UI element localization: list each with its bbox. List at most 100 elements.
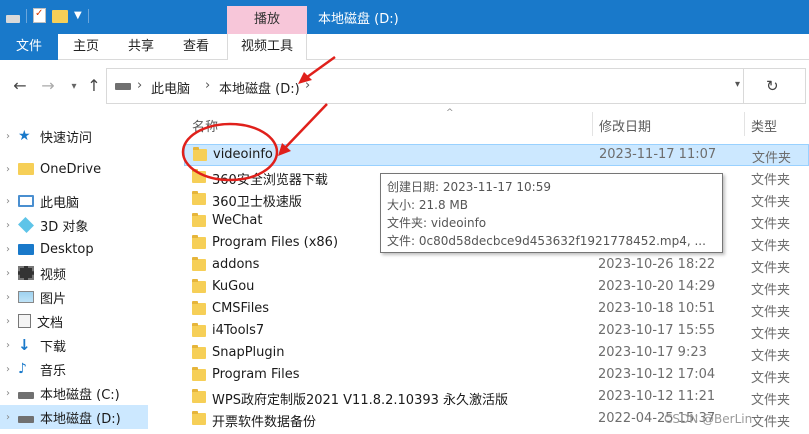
column-header-name[interactable]: 名称 [192,116,218,135]
sidebar-item-local-disk-c[interactable]: › 本地磁盘 (C:) [0,381,148,405]
file-name: videoinfo [213,147,273,162]
drive-icon [115,83,131,90]
folder-icon [192,235,206,249]
sidebar-item-downloads[interactable]: › ↓ 下载 [0,333,148,357]
column-divider[interactable] [744,112,745,136]
expand-chevron-icon[interactable]: › [6,316,18,327]
file-name: SnapPlugin [212,345,285,360]
file-type: 文件夹 [751,173,791,188]
sidebar-item-local-disk-d[interactable]: › 本地磁盘 (D:) [0,405,148,429]
file-date: 2023-10-12 17:04 [598,367,716,382]
sidebar-item-label: 视频 [40,267,67,283]
tab-home[interactable]: 主页 [58,34,114,60]
toolbar-divider [87,8,89,23]
context-tab-play[interactable]: 播放 [227,6,307,34]
forward-arrow-icon[interactable]: → [38,76,58,95]
tab-view[interactable]: 查看 [168,34,224,60]
file-row[interactable]: addons 2023-10-26 18:22 文件夹 [184,255,809,277]
expand-chevron-icon[interactable]: › [6,412,18,423]
tab-share[interactable]: 共享 [114,34,168,60]
column-header-type[interactable]: 类型 [751,116,777,135]
sidebar-item-label: 快速访问 [40,130,93,146]
file-row[interactable]: KuGou 2023-10-20 14:29 文件夹 [184,277,809,299]
refresh-button[interactable]: ↻ [744,68,806,104]
navigation-bar: ← → ▾ ↑ › 此电脑 › 本地磁盘 (D:) › ▾ ↻ [0,60,809,112]
file-type: 文件夹 [751,393,791,408]
tooltip-folders: 文件夹: videoinfo [387,216,487,230]
file-name: WeChat [212,213,263,228]
expand-chevron-icon[interactable]: › [6,364,18,375]
breadcrumb-local-disk-d[interactable]: 本地磁盘 (D:) [219,78,300,97]
title-bar: ▼ 播放 本地磁盘 (D:) [0,0,809,34]
file-date: 2023-10-12 11:21 [598,389,716,404]
file-name: Program Files (x86) [212,235,339,250]
breadcrumb-chevron-icon[interactable]: › [137,78,142,93]
expand-chevron-icon[interactable]: › [6,196,18,207]
sidebar-item-this-pc[interactable]: › 此电脑 [0,189,148,213]
tab-file[interactable]: 文件 [0,34,58,60]
file-type: 文件夹 [751,195,791,210]
expand-chevron-icon[interactable]: › [6,131,18,142]
properties-icon[interactable] [33,8,46,23]
music-icon: ♪ [18,361,27,377]
sidebar-item-label: 此电脑 [40,195,80,211]
file-row[interactable]: CMSFiles 2023-10-18 10:51 文件夹 [184,299,809,321]
file-name: KuGou [212,279,255,294]
cube-icon [18,217,34,233]
column-divider[interactable] [592,112,593,136]
sidebar-item-quick-access[interactable]: › ★ 快速访问 [0,124,148,148]
navigation-pane: › ★ 快速访问 › OneDrive › 此电脑 › 3D 对象 › Desk… [0,112,148,434]
desktop-icon [18,243,34,255]
file-row[interactable]: SnapPlugin 2023-10-17 9:23 文件夹 [184,343,809,365]
tab-video-tools[interactable]: 视频工具 [227,34,307,60]
file-row[interactable]: WPS政府定制版2021 V11.8.2.10393 永久激活版 2023-10… [184,387,809,409]
file-row[interactable]: i4Tools7 2023-10-17 15:55 文件夹 [184,321,809,343]
expand-chevron-icon[interactable]: › [6,244,18,255]
file-name: Program Files [212,367,300,382]
expand-chevron-icon[interactable]: › [6,268,18,279]
recent-locations-chevron-icon[interactable]: ▾ [64,81,84,92]
sidebar-item-label: 本地磁盘 (D:) [40,411,121,427]
breadcrumb-chevron-icon[interactable]: › [205,78,210,93]
sidebar-item-onedrive[interactable]: › OneDrive [0,157,148,181]
file-date: 2023-10-20 14:29 [598,279,716,294]
breadcrumb-this-pc[interactable]: 此电脑 [151,78,190,97]
file-date: 2023-10-17 15:55 [598,323,716,338]
file-row[interactable]: Program Files 2023-10-12 17:04 文件夹 [184,365,809,387]
expand-chevron-icon[interactable]: › [6,340,18,351]
column-header-modified[interactable]: 修改日期 [599,116,651,135]
folder-icon [192,191,206,205]
sidebar-item-pictures[interactable]: › 图片 [0,285,148,309]
file-list: ^ 名称 修改日期 类型 videoinfo 2023-11-17 11:07 … [156,108,809,434]
address-bar[interactable]: › 此电脑 › 本地磁盘 (D:) › ▾ [106,68,744,104]
address-dropdown-icon[interactable]: ▾ [735,79,740,90]
tooltip-size: 大小: 21.8 MB [387,198,468,212]
folder-icon [18,163,34,175]
quick-access-toolbar: ▼ [6,8,89,23]
breadcrumb-chevron-icon[interactable]: › [305,78,310,93]
file-row-videoinfo[interactable]: videoinfo 2023-11-17 11:07 文件夹 [184,144,809,166]
new-folder-icon[interactable] [52,10,68,23]
file-date: 2023-10-17 9:23 [598,345,707,360]
up-arrow-icon[interactable]: ↑ [84,76,104,95]
sidebar-item-documents[interactable]: › 文档 [0,309,148,333]
back-arrow-icon[interactable]: ← [10,76,30,95]
refresh-icon: ↻ [766,77,779,95]
expand-chevron-icon[interactable]: › [6,292,18,303]
file-type: 文件夹 [751,283,791,298]
sidebar-item-music[interactable]: › ♪ 音乐 [0,357,148,381]
expand-chevron-icon[interactable]: › [6,388,18,399]
drive-icon [18,391,34,399]
file-type: 文件夹 [751,239,791,254]
file-name: WPS政府定制版2021 V11.8.2.10393 永久激活版 [212,393,509,408]
sidebar-item-videos[interactable]: › 视频 [0,261,148,285]
sidebar-item-desktop[interactable]: › Desktop [0,237,148,261]
expand-chevron-icon[interactable]: › [6,220,18,231]
sidebar-item-3d-objects[interactable]: › 3D 对象 [0,213,148,237]
sidebar-item-label: 音乐 [40,363,67,379]
customize-toolbar-chevron-icon[interactable]: ▼ [74,10,82,21]
expand-chevron-icon[interactable]: › [6,164,18,175]
file-type: 文件夹 [751,327,791,342]
sidebar-item-label: OneDrive [40,161,102,177]
window-title: 本地磁盘 (D:) [318,12,399,27]
